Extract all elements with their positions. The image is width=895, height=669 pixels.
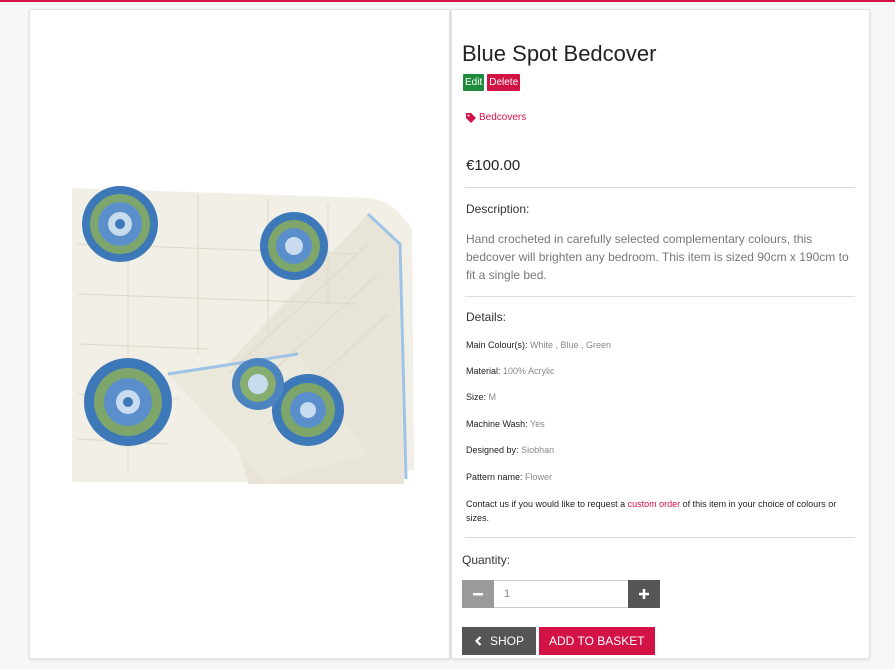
detail-label: Designed by: <box>466 445 519 455</box>
minus-icon <box>473 593 483 596</box>
detail-label: Material: <box>466 366 501 376</box>
description-text: Hand crocheted in carefully selected com… <box>466 232 849 282</box>
detail-material: Material: 100% Acrylic <box>466 366 555 376</box>
tag-icon <box>466 112 476 123</box>
detail-value: Yes <box>530 419 545 429</box>
product-image-card <box>29 9 450 659</box>
product-image[interactable] <box>68 184 416 484</box>
detail-value: Flower <box>525 472 553 482</box>
admin-actions: Edit Delete <box>463 74 521 91</box>
custom-order-note: Contact us if you would like to request … <box>466 497 861 525</box>
edit-button[interactable]: Edit <box>463 74 485 91</box>
detail-value: White , Blue , Green <box>530 340 612 350</box>
top-accent-bar <box>0 0 895 2</box>
detail-pattern-name: Pattern name: Flower <box>466 472 552 482</box>
detail-label: Pattern name: <box>466 472 523 482</box>
product-details-card: Blue Spot Bedcover Edit Delete Bedcovers… <box>451 9 870 659</box>
delete-button[interactable]: Delete <box>487 74 521 91</box>
category-link[interactable]: Bedcovers <box>466 112 526 123</box>
detail-designed-by: Designed by: Siobhan <box>466 445 554 455</box>
decrement-button[interactable] <box>462 580 494 608</box>
description-heading: Description: <box>466 202 530 216</box>
detail-value: M <box>488 392 497 402</box>
category-label: Bedcovers <box>479 112 527 123</box>
product-actions: SHOP ADD TO BASKET <box>462 627 655 655</box>
add-to-basket-button[interactable]: ADD TO BASKET <box>539 627 655 655</box>
quantity-input[interactable] <box>494 580 628 608</box>
details-heading: Details: <box>466 310 507 324</box>
chevron-left-icon <box>474 636 482 646</box>
add-to-basket-label: ADD TO BASKET <box>549 634 645 648</box>
shop-button[interactable]: SHOP <box>462 627 537 655</box>
detail-value: 100% Acrylic <box>503 366 555 376</box>
detail-label: Size: <box>466 392 487 402</box>
product-price: €100.00 <box>466 157 521 174</box>
product-title: Blue Spot Bedcover <box>462 41 657 66</box>
contact-text-before: Contact us if you would like to request … <box>466 499 628 509</box>
detail-label: Machine Wash: <box>466 419 528 429</box>
detail-main-colours: Main Colour(s): White , Blue , Green <box>466 340 611 350</box>
shop-label: SHOP <box>490 634 525 648</box>
quantity-label: Quantity: <box>462 553 511 567</box>
plus-icon <box>639 589 649 599</box>
divider <box>465 296 855 297</box>
increment-button[interactable] <box>628 580 660 608</box>
custom-order-link[interactable]: custom order <box>628 499 681 509</box>
detail-value: Siobhan <box>521 445 555 455</box>
detail-size: Size: M <box>466 392 496 402</box>
detail-machine-wash: Machine Wash: Yes <box>466 419 545 429</box>
divider <box>465 537 855 538</box>
detail-label: Main Colour(s): <box>466 340 528 350</box>
quantity-stepper <box>462 580 660 608</box>
divider <box>465 187 855 188</box>
